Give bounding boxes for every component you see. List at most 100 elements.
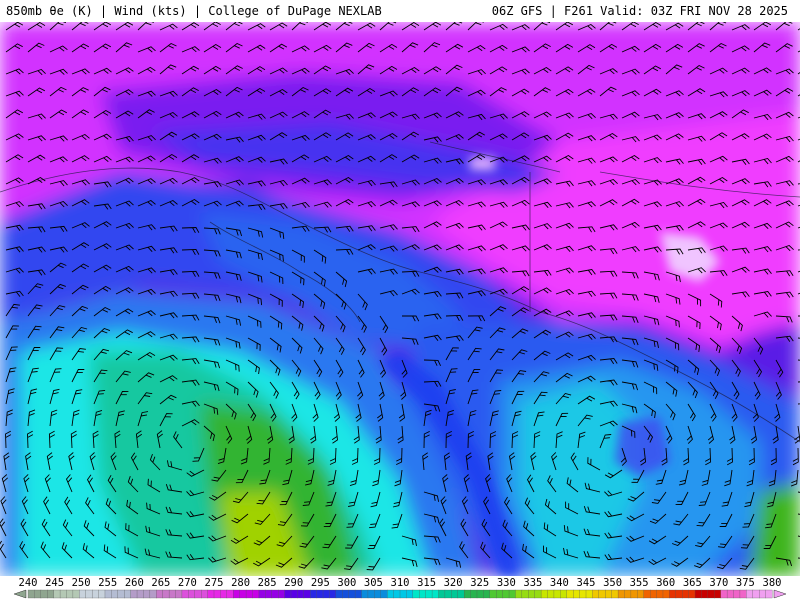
scale-swatch <box>258 589 266 599</box>
scale-swatch <box>662 589 670 599</box>
scale-swatch <box>34 589 42 599</box>
scale-swatch <box>265 589 273 599</box>
color-scale-graphic: 240 245 250 255 260 265 270 275 280 285 290 295 300 3… <box>13 577 787 599</box>
scale-swatch <box>98 589 106 599</box>
scale-swatch <box>143 589 151 599</box>
scale-swatch <box>393 589 401 599</box>
scale-tick-label: 365 <box>683 577 702 589</box>
scale-swatch <box>252 589 260 599</box>
scale-swatch <box>675 589 683 599</box>
weather-map[interactable] <box>0 22 800 576</box>
scale-swatch <box>630 589 638 599</box>
scale-tick-label: 290 <box>284 577 303 589</box>
scale-swatch <box>624 589 632 599</box>
scale-swatch <box>399 589 407 599</box>
model-run-label: 06Z GFS | F261 Valid: 03Z FRI NOV 28 202… <box>491 4 788 18</box>
scale-swatch <box>617 589 625 599</box>
scale-swatch <box>66 589 74 599</box>
scale-swatch <box>322 589 330 599</box>
scale-swatch <box>476 589 484 599</box>
scale-swatch <box>130 589 138 599</box>
scale-tick-label: 275 <box>205 577 224 589</box>
scale-swatch <box>201 589 209 599</box>
scale-swatch <box>348 589 356 599</box>
scale-swatch <box>765 589 773 599</box>
scale-swatch <box>310 589 318 599</box>
scale-swatch <box>277 589 286 599</box>
scale-swatch <box>72 589 80 599</box>
scale-swatch <box>220 589 228 599</box>
scale-swatch <box>316 589 324 599</box>
scale-tick-label: 375 <box>736 577 755 589</box>
scale-swatch <box>425 589 433 599</box>
scale-swatch <box>124 589 132 599</box>
scale-tick-label: 280 <box>231 577 250 589</box>
scale-tick-label: 310 <box>391 577 410 589</box>
scale-swatch <box>669 589 677 599</box>
scale-tick-label: 295 <box>311 577 330 589</box>
scale-swatch <box>528 589 536 599</box>
scale-swatch <box>752 589 760 599</box>
product-title: 850mb θe (K) | Wind (kts) | College of D… <box>6 4 382 18</box>
scale-swatch <box>592 589 600 599</box>
scale-swatch <box>79 589 87 599</box>
scale-tick-label: 300 <box>337 577 356 589</box>
scale-swatch <box>746 589 754 599</box>
scale-tick-label: 360 <box>656 577 675 589</box>
scale-swatch <box>759 589 767 599</box>
scale-swatch <box>380 589 388 599</box>
scale-swatch <box>566 589 574 599</box>
scale-swatch <box>233 589 241 599</box>
title-bar: 850mb θe (K) | Wind (kts) | College of D… <box>0 0 800 22</box>
scale-swatch <box>656 589 664 599</box>
color-scale: 240 245 250 255 260 265 270 275 280 285 290 295 300 3… <box>0 576 800 600</box>
scale-swatch <box>547 589 555 599</box>
scale-tick-label: 240 <box>19 577 38 589</box>
scale-tick-label: 260 <box>125 577 144 589</box>
scale-swatch <box>470 589 478 599</box>
scale-swatch <box>47 589 55 599</box>
scale-tick-label: 330 <box>497 577 516 589</box>
scale-tick-label: 305 <box>364 577 383 589</box>
scale-swatch <box>457 589 465 599</box>
scale-tick-label: 320 <box>444 577 463 589</box>
scale-tick-label: 315 <box>417 577 436 589</box>
scale-swatch <box>53 589 61 599</box>
scale-swatch <box>649 589 658 599</box>
scale-swatch <box>444 589 452 599</box>
scale-swatch <box>553 589 561 599</box>
scale-swatch <box>329 589 337 599</box>
scale-swatch <box>714 589 722 599</box>
scale-swatch <box>374 589 382 599</box>
scale-swatch <box>335 589 343 599</box>
scale-swatch <box>540 589 548 599</box>
scale-swatch <box>707 589 715 599</box>
scale-swatch <box>168 589 176 599</box>
scale-swatch <box>354 589 362 599</box>
scale-swatch <box>367 589 375 599</box>
scale-swatch <box>245 589 253 599</box>
scale-swatch <box>694 589 702 599</box>
scale-tick-label: 255 <box>98 577 117 589</box>
scale-tick-label: 345 <box>577 577 596 589</box>
scale-swatch <box>611 589 619 599</box>
scale-swatch <box>508 589 516 599</box>
scale-swatch <box>496 589 504 599</box>
scale-swatch <box>521 589 529 599</box>
scale-swatch <box>117 589 125 599</box>
scale-swatch <box>149 589 157 599</box>
scale-swatch <box>40 589 48 599</box>
scale-swatch <box>419 589 427 599</box>
scale-swatch <box>579 589 587 599</box>
scale-swatch <box>111 589 119 599</box>
scale-swatch <box>59 589 67 599</box>
scale-swatch <box>104 589 112 599</box>
scale-swatch <box>27 589 35 599</box>
scale-swatch <box>188 589 196 599</box>
scale-tick-label: 340 <box>550 577 569 589</box>
scale-swatch <box>682 589 690 599</box>
scale-swatch <box>489 589 497 599</box>
scale-swatch <box>226 589 234 599</box>
scale-swatch <box>239 589 247 599</box>
scale-tick-label: 270 <box>178 577 197 589</box>
